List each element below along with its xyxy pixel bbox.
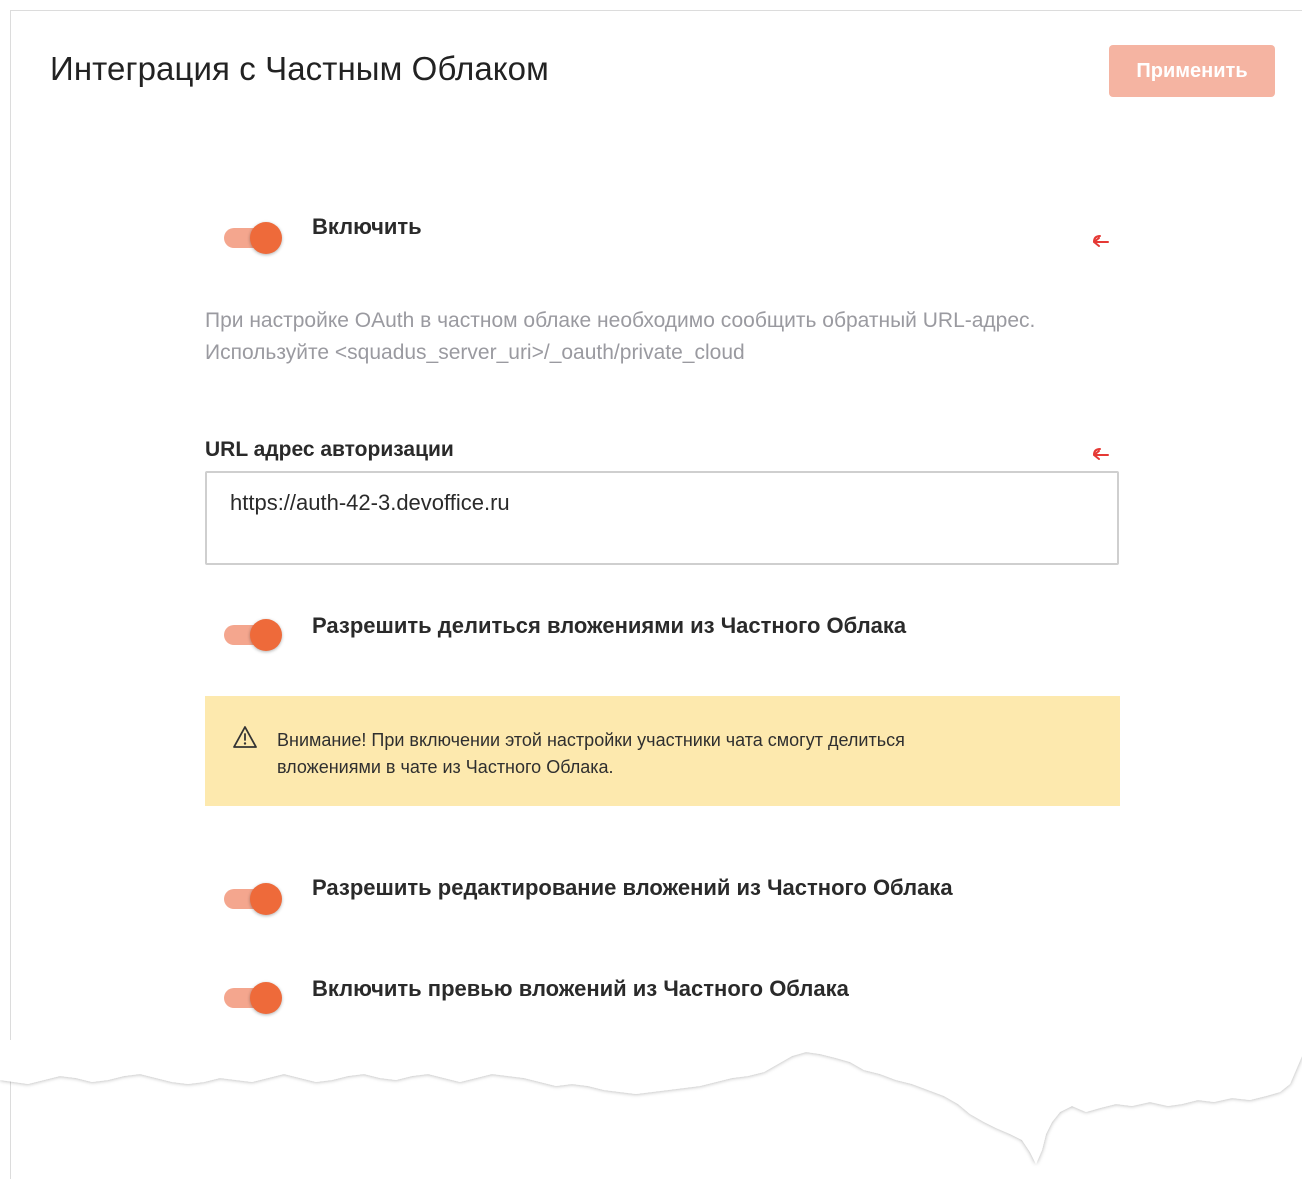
auth-url-label: URL адрес авторизации	[205, 438, 454, 461]
oauth-hint-line-2: Используйте <squadus_server_uri>/_oauth/…	[205, 341, 745, 364]
toggle-knob	[250, 883, 282, 915]
settings-panel	[10, 10, 1302, 1179]
warning-banner: Внимание! При включении этой настройки у…	[205, 696, 1120, 806]
warning-text: Внимание! При включении этой настройки у…	[277, 727, 1037, 781]
torn-edge-decoration	[0, 1040, 1302, 1164]
preview-attachments-toggle[interactable]	[222, 980, 284, 1016]
undo-arrow-icon[interactable]	[1090, 443, 1112, 461]
oauth-hint: При настройке OAuth в частном облаке нео…	[205, 305, 1125, 369]
page-title: Интеграция с Частным Облаком	[50, 50, 549, 87]
preview-attachments-label: Включить превью вложений из Частного Обл…	[312, 976, 849, 1001]
enable-label: Включить	[312, 214, 422, 239]
enable-toggle[interactable]	[222, 220, 284, 256]
edit-attachments-toggle[interactable]	[222, 881, 284, 917]
undo-arrow-icon[interactable]	[1090, 230, 1112, 248]
share-attachments-toggle[interactable]	[222, 617, 284, 653]
warning-line-1: Внимание! При включении этой настройки у…	[277, 730, 905, 750]
toggle-knob	[250, 982, 282, 1014]
toggle-knob	[250, 222, 282, 254]
auth-url-input[interactable]: https://auth-42-3.devoffice.ru	[205, 471, 1119, 565]
warning-triangle-icon	[232, 725, 258, 749]
share-attachments-label: Разрешить делиться вложениями из Частног…	[312, 613, 907, 638]
oauth-hint-line-1: При настройке OAuth в частном облаке нео…	[205, 309, 1036, 332]
apply-button[interactable]: Применить	[1109, 45, 1275, 97]
edit-attachments-label: Разрешить редактирование вложений из Час…	[312, 875, 953, 900]
warning-line-2: вложениями в чате из Частного Облака.	[277, 757, 614, 777]
toggle-knob	[250, 619, 282, 651]
